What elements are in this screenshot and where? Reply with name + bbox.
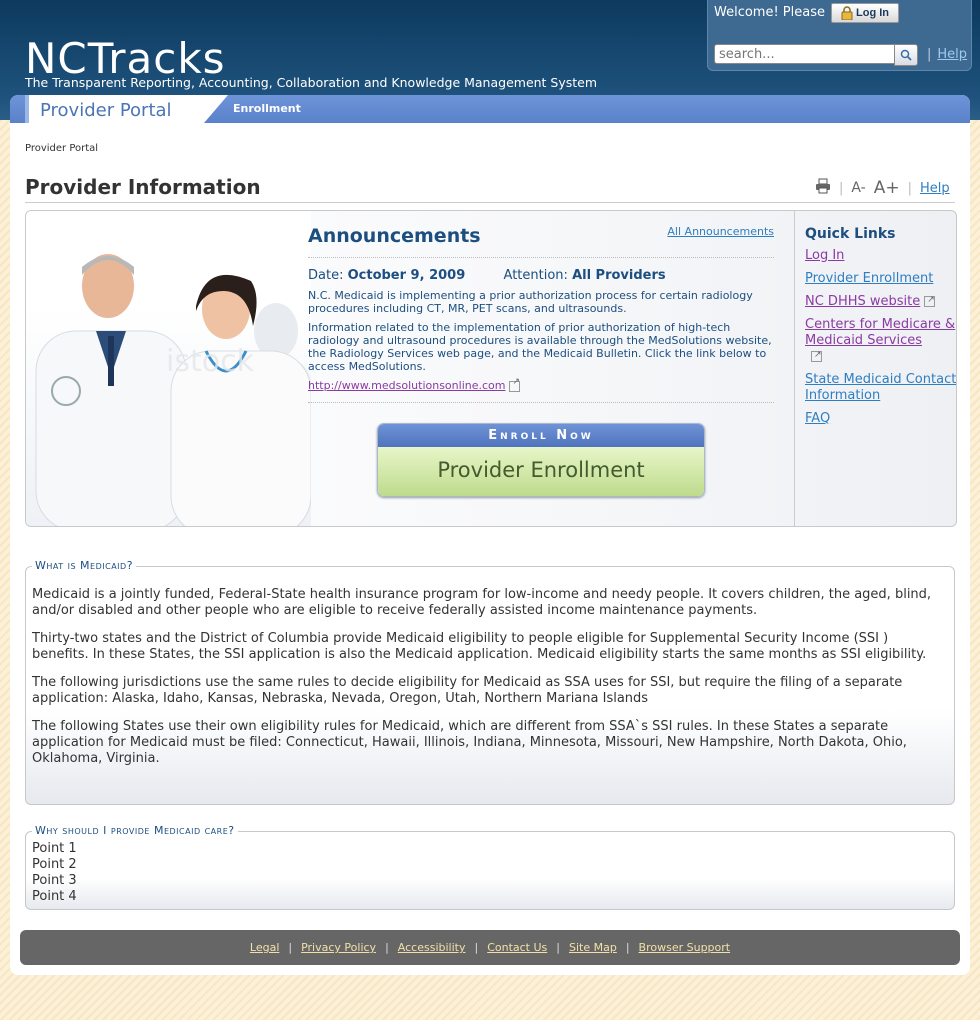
tab-provider-portal-label: Provider Portal [40,100,172,121]
footer-accessibility-link[interactable]: Accessibility [398,941,466,954]
point-item: Point 2 [32,857,77,872]
login-label: Log In [856,7,889,19]
date-label: Date: [308,268,344,283]
quick-link-item: Centers for Medicare & Medicaid Services [805,317,956,365]
quick-link-cms[interactable]: Centers for Medicare & Medicaid Services [805,317,955,348]
header-help: | Help [927,47,968,62]
font-increase-button[interactable]: A+ [874,178,900,198]
why-provide-legend: Why should I provide Medicaid care? [32,824,238,837]
tool-separator: | [839,180,844,196]
medicaid-paragraph: Thirty-two states and the District of Co… [32,631,927,662]
quick-link-login[interactable]: Log In [805,248,844,263]
font-decrease-button[interactable]: A- [851,180,865,196]
quick-links-panel: Quick Links Log In Provider Enrollment N… [794,211,956,526]
quick-link-nc-dhhs[interactable]: NC DHHS website [805,294,920,309]
hero-panel: istock Announcements All Announcements D… [25,210,957,527]
tool-separator: | [907,180,912,196]
search-input[interactable] [714,44,904,64]
provider-enrollment-label: Provider Enrollment [378,447,704,496]
quick-link-provider-enrollment[interactable]: Provider Enrollment [805,271,933,286]
doctors-photo: istock [26,211,311,526]
point-item: Point 4 [32,889,77,904]
quick-links-title: Quick Links [805,226,896,242]
header-help-link[interactable]: Help [937,47,967,62]
login-panel: Welcome! Please Log In |Help [707,0,972,71]
point-item: Point 3 [32,873,77,888]
tab-provider-portal[interactable]: Provider Portal [25,95,228,123]
footer-privacy-link[interactable]: Privacy Policy [301,941,376,954]
search-icon [900,46,912,65]
attention-label: Attention: [503,268,568,283]
external-link-icon [924,292,936,308]
medicaid-paragraph: Medicaid is a jointly funded, Federal-St… [32,587,932,618]
point-item: Point 1 [32,841,77,856]
nav-enrollment[interactable]: Enrollment [233,102,301,115]
date-value: October 9, 2009 [347,268,466,283]
footer-browser-support-link[interactable]: Browser Support [639,941,731,954]
print-icon[interactable] [815,178,831,198]
announcement-paragraph: Information related to the implementatio… [308,321,772,373]
enroll-now-label: Enroll Now [378,424,704,447]
login-button[interactable]: Log In [831,3,899,23]
page-title: Provider Information [25,175,261,199]
why-provide-section: Why should I provide Medicaid care? Poin… [25,824,955,910]
main-navbar: Provider Portal Enrollment [10,95,970,123]
quick-link-item: Provider Enrollment [805,271,956,287]
quick-link-item: Log In [805,248,956,264]
announcements-section: Announcements All Announcements Date: Oc… [308,225,774,413]
page-container: Provider Portal Enrollment Provider Port… [10,95,970,975]
medsolutions-link-text: http://www.medsolutionsonline.com [308,379,506,392]
welcome-text: Welcome! Please [714,5,825,20]
external-link-icon [509,377,521,392]
page-tools: | A- A+ | Help [815,178,950,198]
footer-legal-link[interactable]: Legal [250,941,279,954]
svg-text:istock: istock [166,344,255,379]
footer-sitemap-link[interactable]: Site Map [569,941,617,954]
quick-link-item: NC DHHS website [805,292,956,310]
lock-icon [841,6,853,21]
provider-enrollment-button[interactable]: Enroll Now Provider Enrollment [377,423,705,497]
divider [308,402,774,403]
quick-link-item: State Medicaid Contact Information [805,372,956,404]
announcement-paragraph: N.C. Medicaid is implementing a prior au… [308,289,753,315]
points-list: Point 1 Point 2 Point 3 Point 4 [26,832,954,905]
attention-value: All Providers [572,268,666,283]
what-is-medicaid-legend: What is Medicaid? [32,559,137,572]
search-button[interactable] [894,44,918,66]
breadcrumb: Provider Portal [25,143,99,154]
external-link-icon [811,347,822,363]
all-announcements-link[interactable]: All Announcements [667,225,774,238]
quick-links-list: Log In Provider Enrollment NC DHHS websi… [795,248,956,427]
logo-tagline: The Transparent Reporting, Accounting, C… [25,75,598,90]
medicaid-paragraph: The following States use their own eligi… [32,719,907,766]
quick-link-state-medicaid-contact[interactable]: State Medicaid Contact Information [805,372,956,403]
divider [308,257,774,258]
footer-contact-link[interactable]: Contact Us [487,941,547,954]
page-help-link[interactable]: Help [920,181,950,196]
medicaid-paragraph: The following jurisdictions use the same… [32,675,903,706]
what-is-medicaid-section: What is Medicaid? Medicaid is a jointly … [25,559,955,805]
medsolutions-link[interactable]: http://www.medsolutionsonline.com [308,377,774,392]
medicaid-text: Medicaid is a jointly funded, Federal-St… [26,567,954,767]
announcement-meta: Date: October 9, 2009 Attention: All Pro… [308,268,774,283]
quick-link-faq[interactable]: FAQ [805,411,830,426]
quick-link-item: FAQ [805,411,956,427]
site-footer: Legal | Privacy Policy | Accessibility | Co… [20,930,960,965]
title-divider [25,202,955,203]
